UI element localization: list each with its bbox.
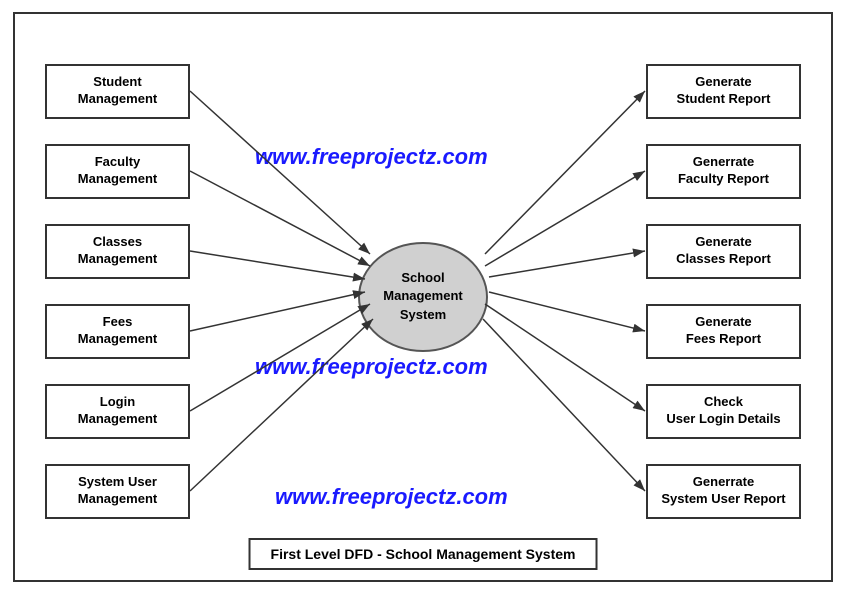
fees-mgmt-box: FeesManagement (45, 304, 190, 359)
system-user-mgmt-box: System UserManagement (45, 464, 190, 519)
watermark-bot: www.freeprojectz.com (275, 484, 508, 510)
gen-classes-box: GenerateClasses Report (646, 224, 801, 279)
footer-label: First Level DFD - School Management Syst… (249, 538, 598, 570)
center-circle: SchoolManagementSystem (358, 242, 488, 352)
gen-system-user-box: GenerrateSystem User Report (646, 464, 801, 519)
check-login-box: CheckUser Login Details (646, 384, 801, 439)
gen-faculty-box: GenerrateFaculty Report (646, 144, 801, 199)
watermark-mid: www.freeprojectz.com (255, 354, 488, 380)
login-mgmt-box: LoginManagement (45, 384, 190, 439)
student-mgmt-box: StudentManagement (45, 64, 190, 119)
diagram-container: www.freeprojectz.com www.freeprojectz.co… (13, 12, 833, 582)
gen-fees-box: GenerateFees Report (646, 304, 801, 359)
faculty-mgmt-box: FacultyManagement (45, 144, 190, 199)
classes-mgmt-box: ClassesManagement (45, 224, 190, 279)
gen-student-box: GenerateStudent Report (646, 64, 801, 119)
watermark-top: www.freeprojectz.com (255, 144, 488, 170)
